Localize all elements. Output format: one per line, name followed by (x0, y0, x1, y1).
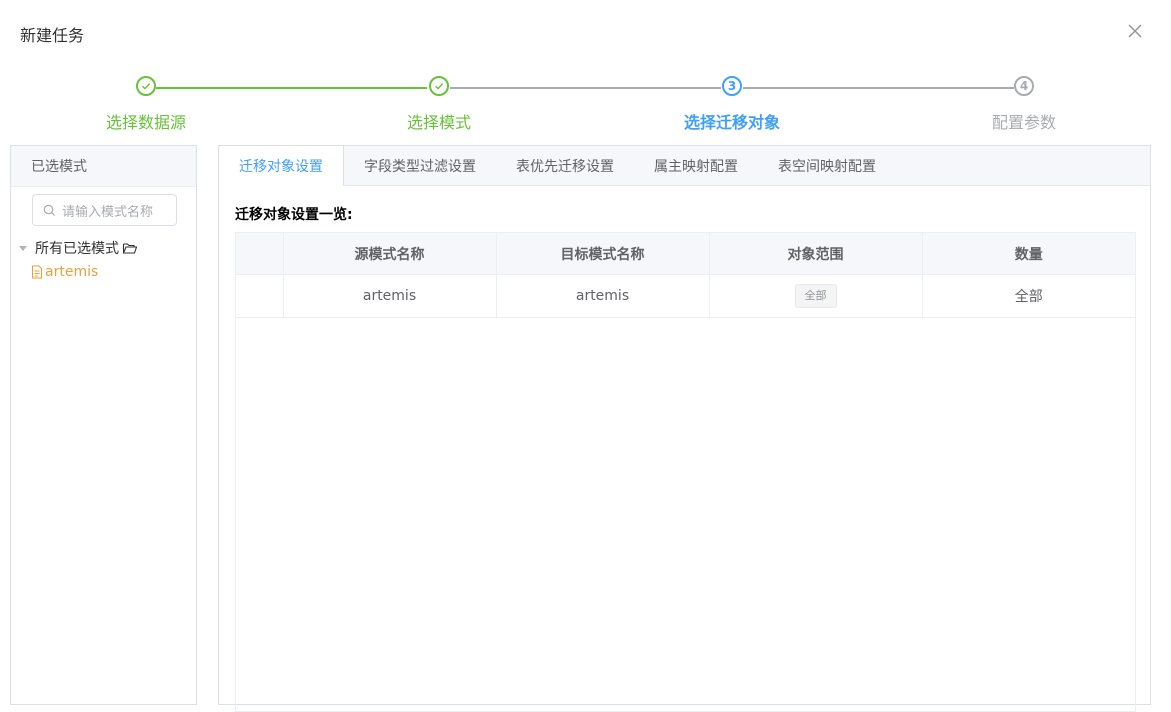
config-panel: 迁移对象设置 字段类型过滤设置 表优先迁移设置 属主映射配置 表空间映射配置 迁… (218, 145, 1151, 712)
scope-tag[interactable]: 全部 (794, 284, 837, 308)
table-cell-target-schema: artemis (496, 274, 710, 318)
document-icon (31, 265, 43, 279)
table-row[interactable]: artemis artemis 全部 全部 (236, 274, 1135, 318)
column-header-count: 数量 (922, 233, 1135, 275)
step-3-number: 3 (722, 76, 742, 96)
step-3-title: 选择迁移对象 (683, 113, 781, 132)
step-connector (743, 87, 1014, 89)
column-header-target-schema: 目标模式名称 (496, 233, 710, 275)
step-4-title: 配置参数 (991, 113, 1057, 132)
step-4-number: 4 (1014, 76, 1034, 96)
selected-schema-panel: 已选模式 请输入模式名称 所有已选模式 artemis (10, 145, 197, 705)
step-2-check-icon (429, 76, 449, 96)
table-cell-expand (236, 274, 284, 318)
tree-node-label: artemis (45, 264, 99, 280)
search-placeholder: 请输入模式名称 (62, 204, 154, 220)
search-icon (43, 204, 56, 216)
column-header-expand (236, 233, 284, 275)
column-header-object-scope: 对象范围 (709, 233, 923, 275)
steps-bar: 选择数据源 选择模式 3 选择迁移对象 4 配置参数 (0, 76, 1171, 136)
folder-open-icon (122, 243, 138, 254)
table-cell-source-schema: artemis (283, 274, 497, 318)
tab-migration-object-settings[interactable]: 迁移对象设置 (219, 146, 344, 186)
caret-down-icon[interactable] (19, 245, 27, 251)
step-connector (156, 87, 427, 89)
config-tabs: 迁移对象设置 字段类型过滤设置 表优先迁移设置 属主映射配置 表空间映射配置 (219, 146, 1150, 186)
dialog-title: 新建任务 (20, 26, 85, 45)
tab-table-priority[interactable]: 表优先迁移设置 (496, 146, 634, 185)
migration-object-table: 源模式名称 目标模式名称 对象范围 数量 artemis artemis 全部 … (235, 232, 1136, 712)
tree-node-artemis[interactable]: artemis (31, 264, 98, 280)
table-header-row: 源模式名称 目标模式名称 对象范围 数量 (236, 233, 1135, 275)
close-icon[interactable] (1124, 20, 1146, 42)
tab-field-type-filter[interactable]: 字段类型过滤设置 (344, 146, 496, 185)
section-title: 迁移对象设置一览: (235, 207, 353, 223)
tab-tablespace-mapping[interactable]: 表空间映射配置 (758, 146, 896, 185)
schema-search-input[interactable]: 请输入模式名称 (32, 194, 177, 226)
step-1-title: 选择数据源 (105, 113, 187, 132)
step-2-title: 选择模式 (406, 113, 472, 132)
step-1-check-icon (136, 76, 156, 96)
panel-header: 已选模式 (11, 146, 196, 187)
tree-node-all-schemas[interactable]: 所有已选模式 (19, 238, 138, 258)
step-connector (450, 87, 721, 89)
tab-owner-mapping[interactable]: 属主映射配置 (634, 146, 758, 185)
column-header-source-schema: 源模式名称 (283, 233, 497, 275)
table-cell-object-scope: 全部 (709, 274, 923, 318)
tree-node-label: 所有已选模式 (35, 241, 119, 257)
table-cell-count: 全部 (922, 274, 1135, 318)
